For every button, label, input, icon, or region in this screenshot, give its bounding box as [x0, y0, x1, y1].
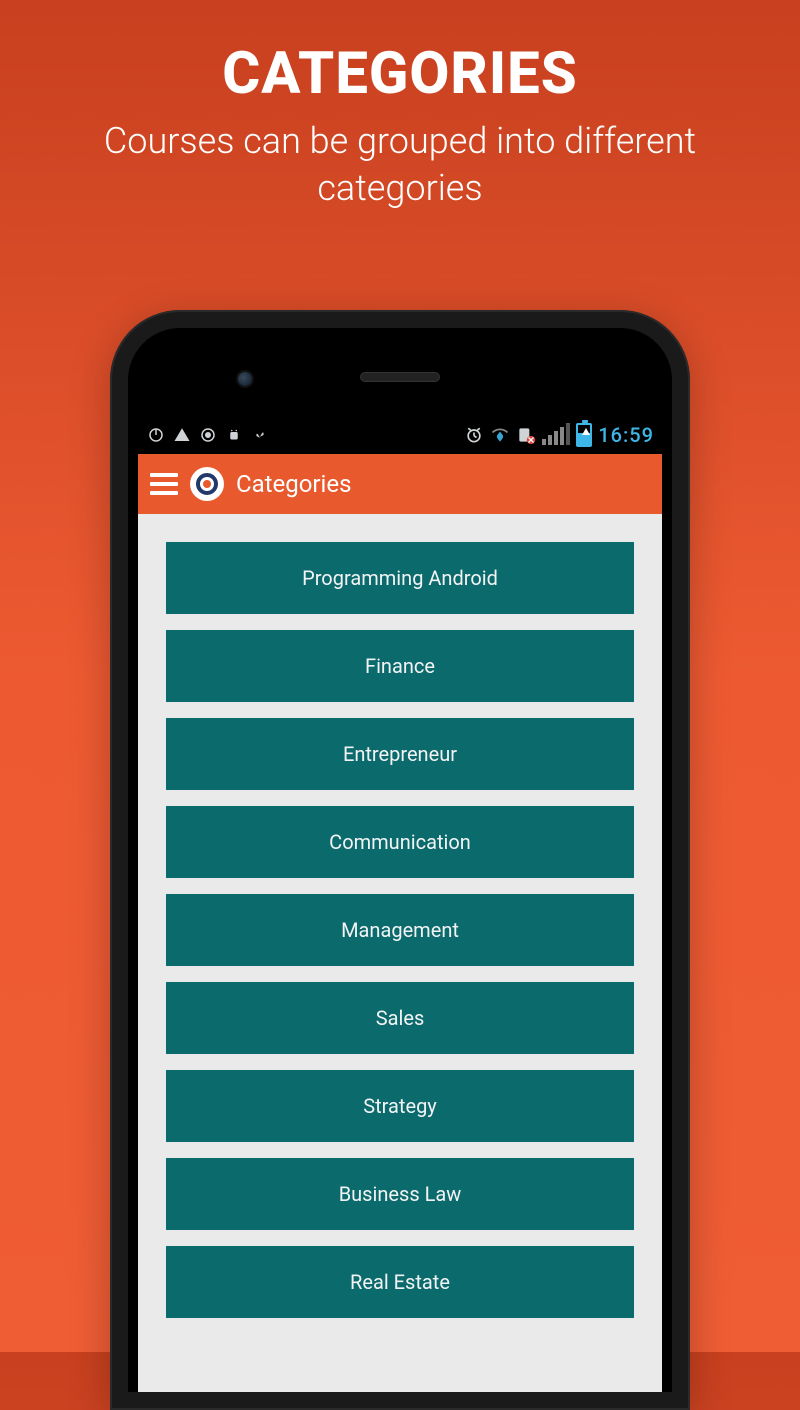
category-label: Management [341, 918, 459, 942]
phone-camera [238, 372, 252, 386]
category-label: Business Law [339, 1182, 462, 1206]
signal-icon [542, 425, 570, 445]
category-label: Strategy [363, 1094, 437, 1118]
category-label: Entrepreneur [343, 742, 457, 766]
status-left [146, 425, 270, 445]
category-button[interactable]: Communication [166, 806, 634, 878]
status-bar: 16:59 [138, 416, 662, 454]
app-logo-icon[interactable] [190, 467, 224, 501]
category-label: Finance [365, 654, 435, 678]
wifi-icon [490, 425, 510, 445]
category-label: Sales [376, 1006, 425, 1030]
menu-icon[interactable] [150, 473, 178, 495]
phone-top [138, 336, 662, 416]
power-icon [146, 425, 166, 445]
sync-icon [198, 425, 218, 445]
category-button[interactable]: Management [166, 894, 634, 966]
category-button[interactable]: Finance [166, 630, 634, 702]
app-bar: Categories [138, 454, 662, 514]
sim-icon [516, 425, 536, 445]
category-label: Real Estate [350, 1270, 450, 1294]
category-label: Communication [329, 830, 471, 854]
category-button[interactable]: Entrepreneur [166, 718, 634, 790]
warning-icon [172, 425, 192, 445]
status-time: 16:59 [598, 423, 654, 447]
phone-speaker [360, 372, 440, 382]
screen: 16:59 Categories Programming Android Fin… [138, 416, 662, 1392]
category-button[interactable]: Programming Android [166, 542, 634, 614]
usb-icon [250, 425, 270, 445]
category-button[interactable]: Strategy [166, 1070, 634, 1142]
alarm-icon [464, 425, 484, 445]
app-bar-title: Categories [236, 470, 352, 498]
category-button[interactable]: Real Estate [166, 1246, 634, 1318]
category-button[interactable]: Business Law [166, 1158, 634, 1230]
android-icon [224, 425, 244, 445]
phone-inner: 16:59 Categories Programming Android Fin… [128, 328, 672, 1392]
promo-subtitle: Courses can be grouped into different ca… [0, 108, 800, 212]
phone-frame: 16:59 Categories Programming Android Fin… [110, 310, 690, 1410]
category-label: Programming Android [302, 566, 498, 590]
category-button[interactable]: Sales [166, 982, 634, 1054]
status-right: 16:59 [464, 423, 654, 447]
battery-icon [576, 423, 592, 447]
promo-title: CATEGORIES [0, 0, 800, 108]
category-list: Programming Android Finance Entrepreneur… [138, 514, 662, 1392]
